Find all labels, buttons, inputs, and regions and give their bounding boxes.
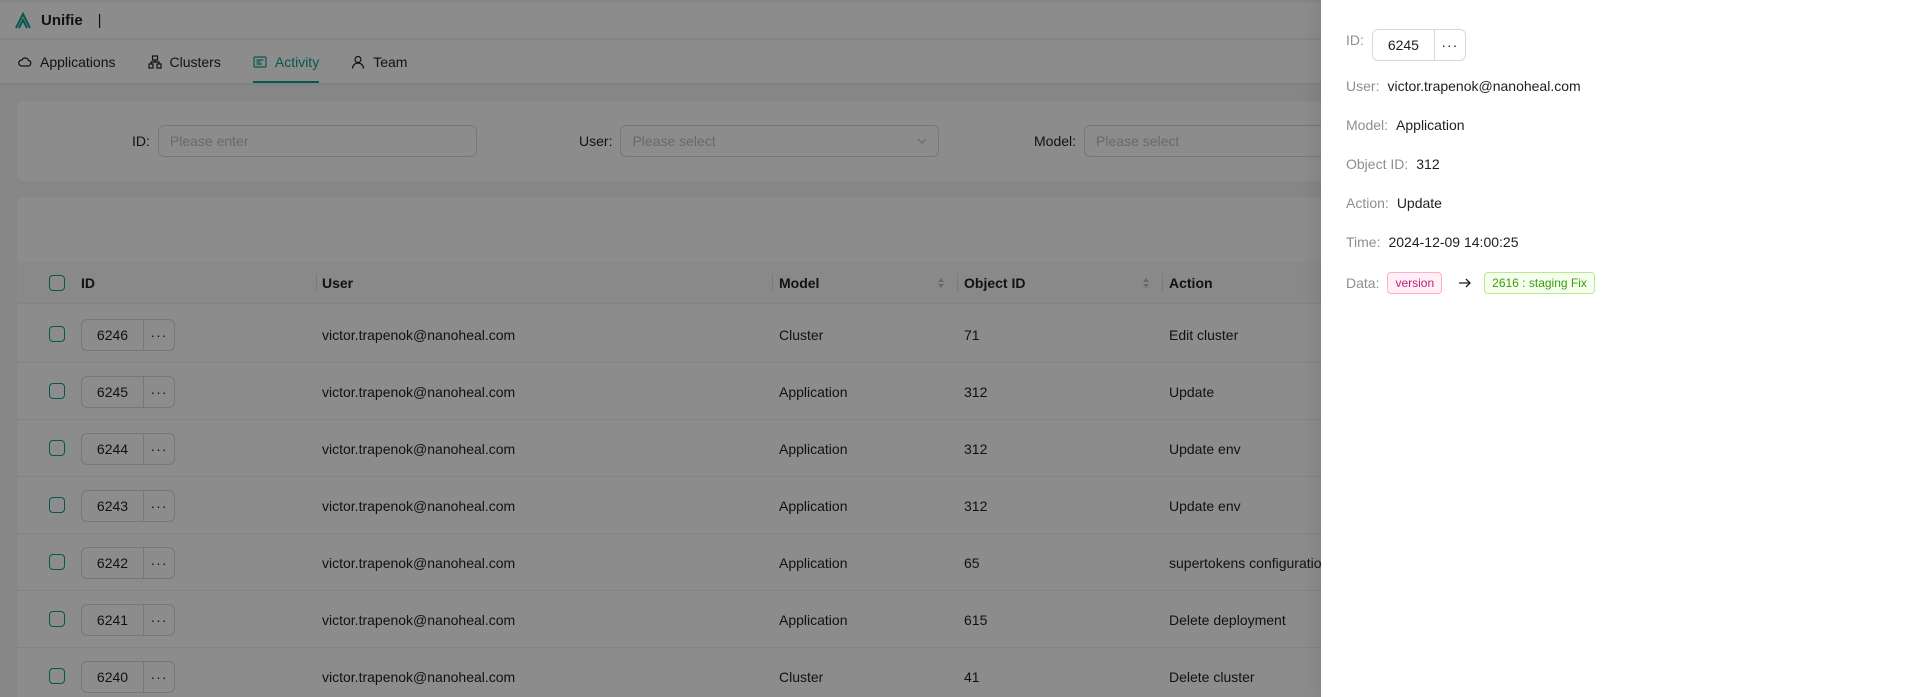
detail-object-id-row: Object ID: 312: [1346, 156, 1440, 172]
arrow-right-icon: [1459, 278, 1472, 288]
detail-user-label: User:: [1346, 78, 1380, 94]
detail-model-row: Model: Application: [1346, 117, 1465, 133]
detail-object-id-value: 312: [1416, 156, 1440, 172]
detail-user-value: victor.trapenok@nanoheal.com: [1387, 78, 1581, 94]
detail-action-value: Update: [1396, 195, 1442, 211]
activity-detail-drawer: ID: 6245 ··· User: victor.trapenok@nanoh…: [1321, 0, 1920, 697]
detail-model-label: Model:: [1346, 117, 1389, 133]
detail-time-value: 2024-12-09 14:00:25: [1388, 234, 1519, 250]
detail-more-button[interactable]: ···: [1434, 29, 1466, 61]
detail-time-label: Time:: [1346, 234, 1381, 250]
detail-action-label: Action:: [1346, 195, 1389, 211]
detail-action-row: Action: Update: [1346, 195, 1442, 211]
detail-id-button[interactable]: 6245: [1371, 29, 1435, 61]
detail-data-row: Data: version 2616 : staging Fix: [1346, 272, 1595, 294]
detail-time-row: Time: 2024-12-09 14:00:25: [1346, 234, 1518, 250]
detail-data-label: Data:: [1346, 275, 1380, 291]
detail-object-id-label: Object ID:: [1346, 156, 1409, 172]
detail-model-value: Application: [1396, 117, 1465, 133]
detail-id-row: ID: 6245 ···: [1346, 29, 1466, 61]
detail-id-label: ID:: [1346, 32, 1364, 48]
detail-user-row: User: victor.trapenok@nanoheal.com: [1346, 78, 1581, 94]
data-new-value-tag: 2616 : staging Fix: [1484, 272, 1595, 294]
data-key-tag: version: [1387, 272, 1443, 294]
detail-id-button-group: 6245 ···: [1371, 29, 1466, 61]
